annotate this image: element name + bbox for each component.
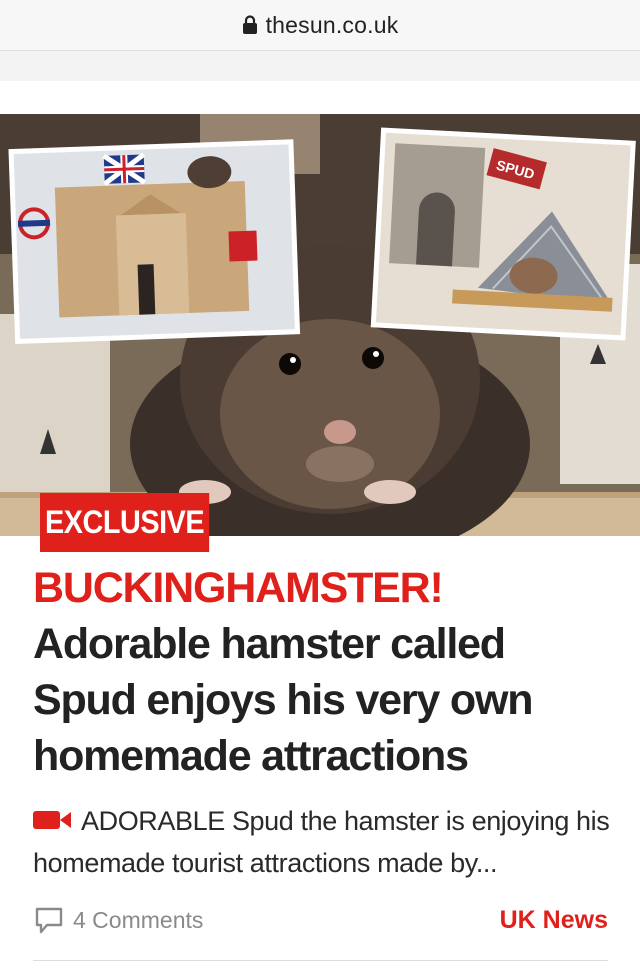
article-meta-row: 4 Comments UK News — [33, 900, 608, 940]
exclusive-badge: EXCLUSIVE — [40, 493, 210, 552]
divider — [33, 960, 608, 961]
article-hero-image[interactable]: SPUD — [0, 114, 640, 536]
standfirst-text: ADORABLE Spud the hamster is enjoying hi… — [33, 806, 610, 878]
hamster-photo: SPUD — [0, 114, 640, 536]
section-link[interactable]: UK News — [500, 906, 608, 935]
headline-text: Adorable hamster called Spud enjoys his … — [33, 620, 533, 780]
browser-address-bar[interactable]: thesun.co.uk — [0, 0, 640, 51]
url-display[interactable]: thesun.co.uk — [242, 12, 399, 39]
video-camera-icon — [33, 811, 71, 829]
speech-bubble-icon — [35, 907, 63, 934]
headline-kicker: BUCKINGHAMSTER! — [33, 564, 444, 612]
toolbar-strip — [0, 51, 640, 81]
url-text: thesun.co.uk — [265, 11, 399, 38]
article-standfirst[interactable]: ADORABLE Spud the hamster is enjoying hi… — [33, 800, 623, 884]
article-headline[interactable]: BUCKINGHAMSTER! Adorable hamster called … — [33, 560, 613, 784]
lock-icon — [242, 15, 257, 34]
comments-link[interactable]: 4 Comments — [33, 904, 203, 936]
comments-count: 4 Comments — [73, 906, 204, 933]
